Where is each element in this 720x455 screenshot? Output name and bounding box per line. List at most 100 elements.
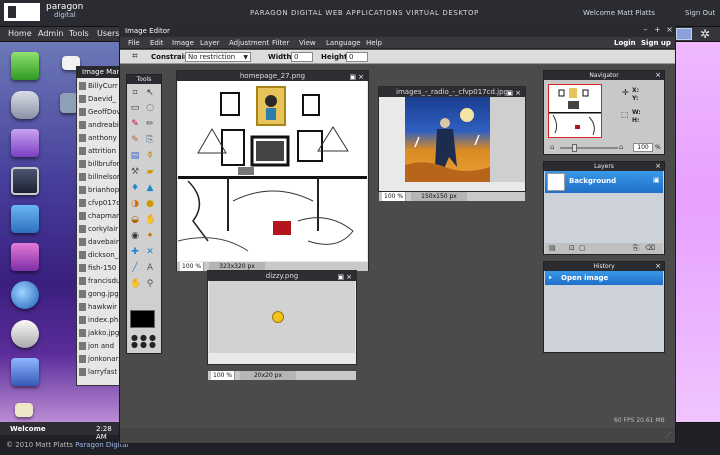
- palette-icon[interactable]: ●●● ●●●: [131, 334, 156, 349]
- chevron-down-icon[interactable]: [676, 28, 692, 40]
- menu-help[interactable]: Help: [366, 39, 382, 47]
- nav-users[interactable]: Users: [97, 29, 119, 38]
- file-item[interactable]: brianhop: [79, 186, 121, 198]
- lasso-tool-icon[interactable]: ◌: [145, 103, 155, 113]
- zoom-input[interactable]: 100: [633, 143, 653, 152]
- constraint-select[interactable]: No restriction ▼: [185, 52, 251, 62]
- move-tool-icon[interactable]: ↖: [145, 88, 155, 98]
- gradient-tool-icon[interactable]: ▤: [130, 151, 140, 161]
- file-item[interactable]: Daevid_: [79, 95, 121, 107]
- line-tool-icon[interactable]: ╱: [130, 263, 140, 273]
- file-item[interactable]: billnelsor: [79, 173, 121, 185]
- user-icon[interactable]: [11, 320, 39, 348]
- canvas-radio[interactable]: [405, 97, 490, 182]
- file-item[interactable]: BillyCurr: [79, 82, 121, 94]
- close-icon[interactable]: ×: [655, 162, 661, 171]
- zoom-in-icon[interactable]: ⌂: [619, 143, 623, 151]
- monitor-icon[interactable]: [11, 167, 39, 195]
- marquee-tool-icon[interactable]: ▭: [130, 103, 140, 113]
- dodge-tool-icon[interactable]: ◑: [130, 199, 140, 209]
- gear-icon[interactable]: ✲: [700, 27, 710, 41]
- menu-adjustment[interactable]: Adjustment: [229, 39, 269, 47]
- zoom-slider-handle[interactable]: [572, 144, 577, 152]
- document-title[interactable]: homepage_27.png ▣×: [177, 71, 368, 81]
- layer-mask-icon[interactable]: ▢: [579, 244, 586, 252]
- signup-link[interactable]: Sign up: [641, 39, 671, 47]
- menu-image[interactable]: Image: [172, 39, 194, 47]
- resize-grip-icon[interactable]: ⋰: [665, 431, 672, 439]
- smudge-tool-icon[interactable]: ✋: [145, 215, 156, 225]
- height-input[interactable]: 0: [346, 52, 368, 62]
- clone-tool-icon[interactable]: ⎘: [145, 135, 155, 145]
- close-button[interactable]: ×: [665, 26, 674, 34]
- sponge-tool-icon[interactable]: ◒: [130, 215, 140, 225]
- file-item[interactable]: fish-150: [79, 264, 121, 276]
- file-item[interactable]: index.ph: [79, 316, 121, 328]
- taskbar-item[interactable]: Welcome 2:28 AM: [0, 422, 120, 441]
- file-item[interactable]: jon and: [79, 342, 121, 354]
- red-eye-tool-icon[interactable]: ◉: [130, 231, 140, 241]
- menu-filter[interactable]: Filter: [272, 39, 289, 47]
- file-item[interactable]: chapman: [79, 212, 121, 224]
- sharpen-tool-icon[interactable]: ▲: [145, 183, 155, 193]
- file-item[interactable]: dickson_: [79, 251, 121, 263]
- navigator-preview[interactable]: [548, 84, 602, 138]
- zoom-slider[interactable]: [560, 147, 618, 149]
- file-item[interactable]: jakko.jpg: [79, 329, 121, 341]
- new-layer-icon[interactable]: ⎘: [633, 244, 639, 253]
- file-item[interactable]: francisdu: [79, 277, 121, 289]
- storage-icon[interactable]: [11, 91, 39, 119]
- nav-home[interactable]: Home: [8, 29, 32, 38]
- menu-edit[interactable]: Edit: [150, 39, 164, 47]
- file-item[interactable]: billbrufor: [79, 160, 121, 172]
- crop-tool-icon[interactable]: ⌗: [130, 88, 140, 98]
- zoom-out-icon[interactable]: ⌂: [550, 143, 554, 151]
- history-item[interactable]: ▸ Open image: [545, 271, 663, 285]
- file-item[interactable]: gong.jpg: [79, 290, 121, 302]
- file-item[interactable]: hawkwir: [79, 303, 121, 315]
- canvas-homepage[interactable]: [177, 81, 367, 261]
- zoom-tool-icon[interactable]: ⚲: [145, 279, 155, 289]
- layer-props-icon[interactable]: ▤: [549, 244, 556, 252]
- drop-tool-icon[interactable]: ♦: [130, 183, 140, 193]
- file-item[interactable]: andreabi: [79, 121, 121, 133]
- burn-tool-icon[interactable]: ●: [145, 199, 155, 209]
- minimize-button[interactable]: –: [641, 26, 650, 34]
- display-icon[interactable]: [11, 243, 39, 271]
- database-icon[interactable]: [11, 52, 39, 80]
- text-tool-icon[interactable]: A: [145, 263, 155, 273]
- sign-out-link[interactable]: Sign Out: [685, 9, 715, 17]
- file-item[interactable]: larryfast: [79, 368, 121, 380]
- close-icon[interactable]: ×: [655, 262, 661, 271]
- file-item[interactable]: attrition: [79, 147, 121, 159]
- drive-icon[interactable]: [11, 129, 39, 157]
- zoom-field[interactable]: 100 %: [211, 371, 235, 380]
- stamp-tool-icon[interactable]: ⚒: [130, 167, 140, 177]
- bucket-tool-icon[interactable]: ⚱: [145, 151, 155, 161]
- zoom-field[interactable]: 100 %: [180, 262, 204, 271]
- zoom-field[interactable]: 100 %: [382, 192, 406, 201]
- file-item[interactable]: cfvp017c: [79, 199, 121, 211]
- file-item[interactable]: davebain: [79, 238, 121, 250]
- maximize-button[interactable]: +: [653, 26, 662, 34]
- pinch-tool-icon[interactable]: ✕: [145, 247, 155, 257]
- menu-view[interactable]: View: [299, 39, 316, 47]
- document-title[interactable]: images_-_radio_-_cfvp017cd.jpg ▣×: [379, 87, 525, 97]
- menu-file[interactable]: File: [128, 39, 140, 47]
- file-item[interactable]: GeoffDov: [79, 108, 121, 120]
- login-link[interactable]: Login: [614, 39, 636, 47]
- bloat-tool-icon[interactable]: ✚: [130, 247, 140, 257]
- pen-icon[interactable]: [11, 358, 39, 386]
- eraser-tool-icon[interactable]: ▰: [145, 167, 155, 177]
- globe-icon[interactable]: [11, 281, 39, 309]
- file-item[interactable]: anthony: [79, 134, 121, 146]
- blur-tool-icon[interactable]: ✦: [145, 231, 155, 241]
- wand-tool-icon[interactable]: ✎: [130, 119, 140, 129]
- file-item[interactable]: jonkonar: [79, 355, 121, 367]
- close-icon[interactable]: ×: [655, 71, 661, 80]
- envelope-icon[interactable]: [15, 403, 33, 417]
- nav-tools[interactable]: Tools: [69, 29, 89, 38]
- menu-layer[interactable]: Layer: [200, 39, 220, 47]
- layer-fx-icon[interactable]: ⊡: [569, 244, 575, 252]
- color-swatch[interactable]: [130, 310, 155, 328]
